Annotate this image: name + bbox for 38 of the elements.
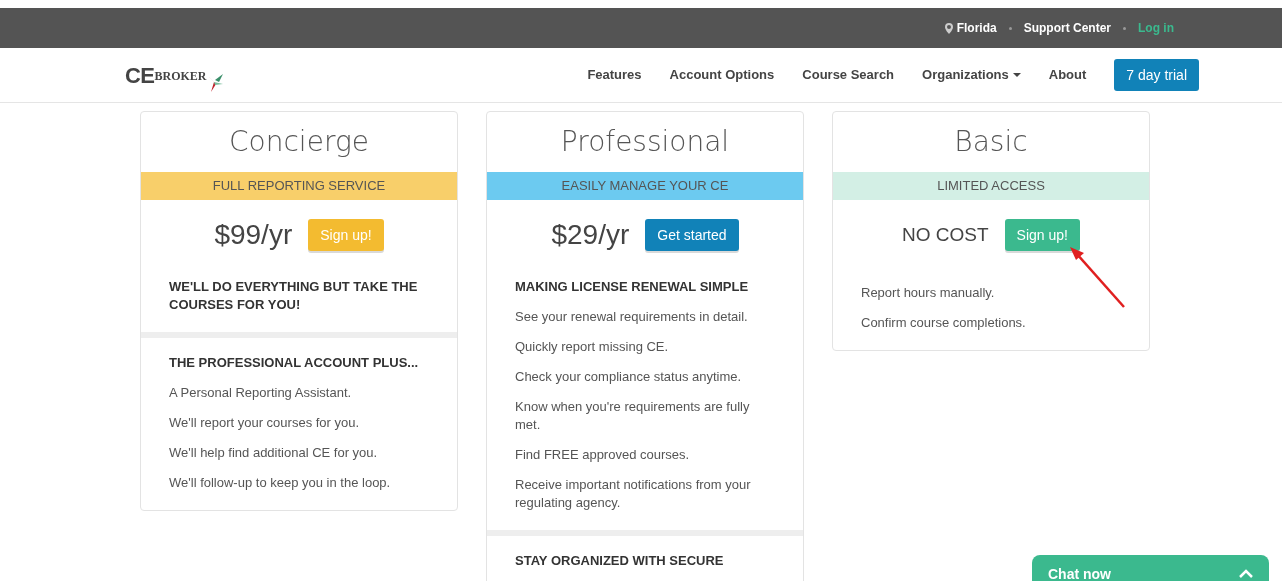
logo[interactable]: CEBROKER [125,58,225,92]
feature-text: A Personal Reporting Assistant. [169,384,353,402]
plan-price: $99/yr [214,218,293,252]
feature-text: Quickly report missing CE. [515,338,670,356]
plan-title: Basic [953,124,1029,160]
section-heading: WE'LL DO EVERYTHING BUT TAKE THE COURSES FOR YOU! [169,278,419,314]
feature-text: See your renewal requirements in detail. [515,308,749,326]
nav-link[interactable]: Account Options [669,65,775,85]
location-link[interactable]: Florida [944,19,997,37]
nav-link[interactable]: About [1048,65,1087,85]
nav-link[interactable]: Organizations [922,65,1021,85]
chevron-up-icon [1239,569,1253,578]
section-heading: THE PROFESSIONAL ACCOUNT PLUS... [169,354,420,372]
feature-text: Receive important notifications from your regulating agency. [515,476,752,512]
feature-text: We'll follow-up to keep you in the loop. [169,474,392,492]
nav-link[interactable]: Features [587,65,642,85]
section-heading: STAY ORGANIZED WITH SECURE [515,552,725,570]
plan-price: NO COST [902,222,989,247]
plan-tagline: EASILY MANAGE YOUR CE [487,172,803,200]
plan-title: Concierge [228,124,370,160]
section-heading: MAKING LICENSE RENEWAL SIMPLE [515,278,750,296]
feature-text: Check your compliance status anytime. [515,368,743,386]
plan-price: $29/yr [551,218,630,252]
feature-text: Know when you're requirements are fully met. [515,398,751,434]
nav-link[interactable]: Course Search [802,65,895,85]
caret-icon [1012,73,1021,77]
feature-text: We'll report your courses for you. [169,414,361,432]
trial-button[interactable]: 7 day trial [1114,59,1199,91]
plan-tagline: LIMITED ACCESS [833,172,1149,200]
top-link[interactable]: Support Center [1023,19,1111,37]
feature-text: Report hours manually. [861,284,996,302]
plan-tagline: FULL REPORTING SERVICE [141,172,457,200]
feature-text: We'll help find additional CE for you. [169,444,379,462]
feature-text: Confirm course completions. [861,314,1027,332]
feature-text: Find FREE approved courses. [515,446,691,464]
plan-button[interactable]: Get started [645,219,739,251]
plan-title: Professional [559,124,731,160]
map-pin-icon [944,22,953,34]
